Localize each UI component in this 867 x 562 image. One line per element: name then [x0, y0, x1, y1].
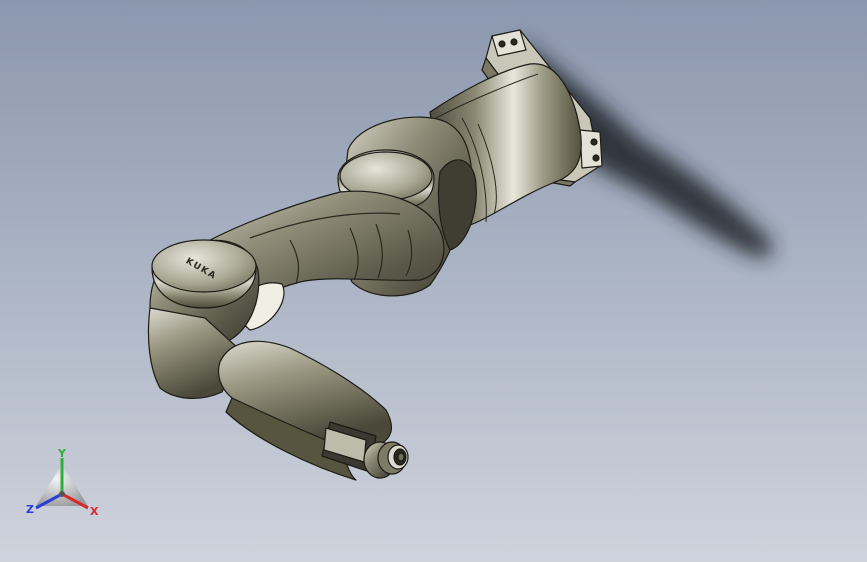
triad-y-label: Y — [58, 447, 66, 460]
model-scene[interactable]: KUKA — [0, 0, 867, 562]
triad-z-label: Z — [26, 503, 34, 516]
wrist-flange — [363, 441, 409, 479]
graphics-viewport[interactable]: KUKA Y X Z — [0, 0, 867, 562]
orientation-triad[interactable]: Y X Z — [22, 448, 106, 524]
triad-x-label: X — [90, 505, 99, 518]
